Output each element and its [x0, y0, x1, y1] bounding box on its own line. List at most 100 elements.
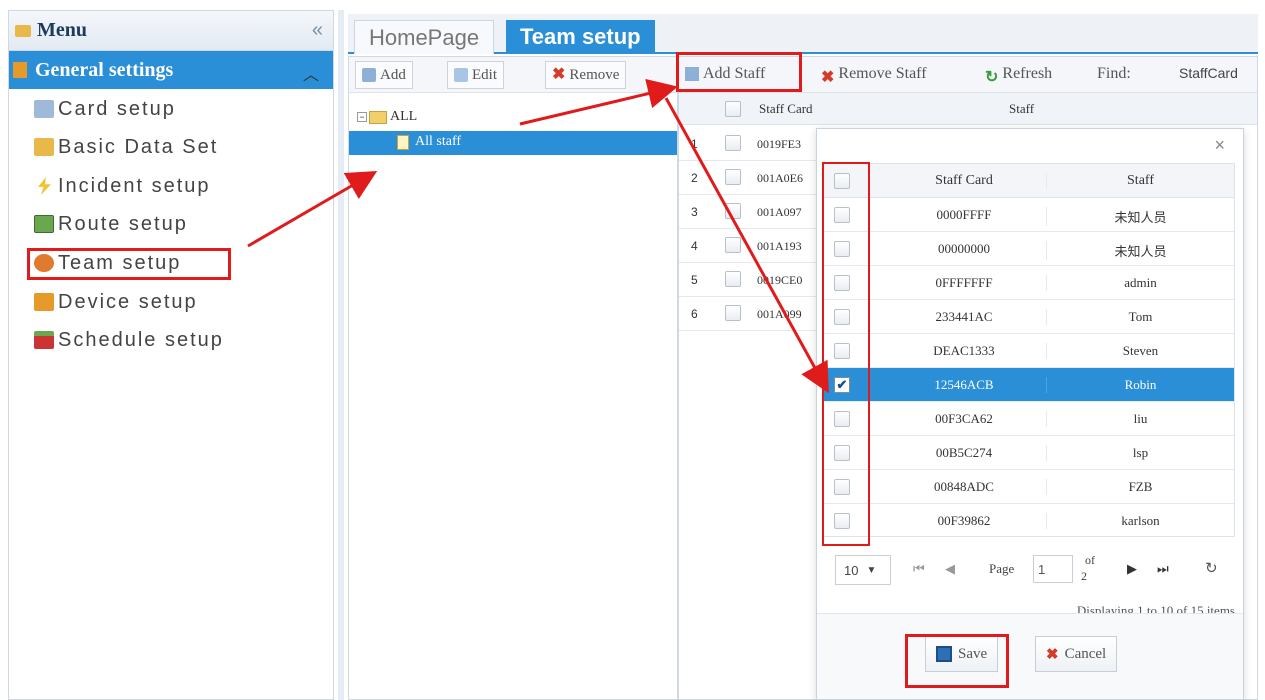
- staff-card-cell: 12546ACB: [934, 377, 994, 392]
- list-item[interactable]: DEAC1333 Steven: [824, 334, 1234, 368]
- list-item[interactable]: 233441AC Tom: [824, 300, 1234, 334]
- table-row[interactable]: 5 0019CE0: [679, 263, 819, 297]
- row-checkbox[interactable]: [834, 309, 850, 325]
- cancel-icon: ✖: [1046, 646, 1059, 663]
- list-item-selected[interactable]: ✔ 12546ACB Robin: [824, 368, 1234, 402]
- page-size-value: 10: [844, 562, 859, 578]
- add-staff-button[interactable]: Add Staff: [685, 65, 765, 83]
- sidebar-item-incident-setup[interactable]: Incident setup: [34, 171, 211, 201]
- refresh-button[interactable]: ↻ Refresh: [985, 65, 1052, 86]
- row-checkbox[interactable]: [834, 343, 850, 359]
- collapse-icon[interactable]: «: [312, 19, 323, 42]
- sidebar-item-basic-data-set[interactable]: Basic Data Set: [34, 132, 218, 162]
- staff-card-cell: 00000000: [938, 241, 990, 256]
- select-all-checkbox[interactable]: [834, 173, 850, 189]
- list-item[interactable]: 00F39862 karlson: [824, 504, 1234, 538]
- map-icon: [34, 215, 54, 233]
- tree-node-all-staff[interactable]: All staff: [349, 131, 677, 155]
- staff-name-cell: liu: [1046, 411, 1234, 427]
- column-header-staff-card[interactable]: Staff Card: [884, 173, 1044, 189]
- first-page-icon[interactable]: ⏮: [913, 561, 925, 577]
- general-settings-section[interactable]: General settings: [9, 51, 333, 89]
- list-item[interactable]: 0FFFFFFF admin: [824, 266, 1234, 300]
- dropdown-arrow-icon: ▼: [866, 564, 877, 576]
- row-checkbox[interactable]: [725, 305, 741, 321]
- row-number: 2: [691, 171, 698, 185]
- staff-name-cell: admin: [1046, 275, 1234, 291]
- list-item[interactable]: 00848ADC FZB: [824, 470, 1234, 504]
- table-row[interactable]: 3 001A097: [679, 195, 819, 229]
- tab-team-setup[interactable]: Team setup: [506, 20, 655, 54]
- row-number: 6: [691, 307, 698, 321]
- staff-name-cell: Robin: [1046, 377, 1234, 393]
- total-pages: 2: [1081, 569, 1087, 583]
- staff-card-cell: 00F3CA62: [935, 411, 993, 426]
- section-collapse-icon[interactable]: ︿: [303, 61, 319, 85]
- row-checkbox[interactable]: [725, 271, 741, 287]
- close-icon[interactable]: ×: [1214, 135, 1225, 156]
- remove-icon: ✖: [821, 69, 835, 86]
- sidebar-item-route-setup[interactable]: Route setup: [34, 209, 188, 239]
- remove-staff-button[interactable]: ✖ Remove Staff: [821, 65, 927, 86]
- tree-node-all[interactable]: − ALL: [357, 109, 417, 125]
- column-header-staff[interactable]: Staff: [1009, 101, 1034, 117]
- row-checkbox[interactable]: [834, 275, 850, 291]
- staff-card-cell: 001A0E6: [757, 171, 803, 185]
- cancel-button[interactable]: ✖ Cancel: [1035, 636, 1118, 672]
- sidebar-item-schedule-setup[interactable]: Schedule setup: [34, 325, 224, 355]
- edit-team-button[interactable]: Edit: [447, 61, 504, 89]
- page-label: Page: [989, 561, 1015, 576]
- splitter[interactable]: [338, 10, 344, 700]
- remove-icon: ✖: [552, 66, 566, 83]
- tree-node-label: ALL: [390, 109, 418, 124]
- prev-page-icon[interactable]: ◀: [945, 561, 955, 577]
- add-team-button[interactable]: Add: [355, 61, 413, 89]
- staff-card-cell: 00848ADC: [934, 479, 994, 494]
- sidebar-item-team-setup[interactable]: Team setup: [34, 248, 181, 278]
- next-page-icon[interactable]: ▶: [1127, 561, 1137, 577]
- sidebar-item-card-setup[interactable]: Card setup: [34, 94, 176, 124]
- refresh-icon[interactable]: ↻: [1205, 559, 1218, 577]
- select-all-checkbox[interactable]: [725, 101, 741, 117]
- list-item[interactable]: 00F3CA62 liu: [824, 402, 1234, 436]
- sidebar-item-device-setup[interactable]: Device setup: [34, 287, 198, 317]
- row-checkbox[interactable]: [834, 411, 850, 427]
- table-row[interactable]: 4 001A193: [679, 229, 819, 263]
- list-item[interactable]: 00000000 未知人员: [824, 232, 1234, 266]
- find-field-select[interactable]: StaffCard: [1179, 65, 1238, 81]
- table-row[interactable]: 6 001A099: [679, 297, 819, 331]
- row-checkbox[interactable]: [725, 135, 741, 151]
- document-icon: [397, 135, 409, 150]
- row-checkbox[interactable]: [725, 169, 741, 185]
- save-button[interactable]: Save: [925, 636, 999, 672]
- row-checkbox[interactable]: [834, 479, 850, 495]
- row-checkbox[interactable]: [725, 203, 741, 219]
- column-header-staff-card[interactable]: Staff Card: [759, 101, 813, 117]
- page-number-input[interactable]: [1033, 555, 1073, 583]
- row-checkbox[interactable]: [834, 241, 850, 257]
- row-checkbox[interactable]: [834, 513, 850, 529]
- tab-homepage[interactable]: HomePage: [354, 20, 495, 54]
- remove-staff-label: Remove Staff: [838, 65, 927, 82]
- collapse-icon[interactable]: −: [357, 112, 367, 122]
- row-checkbox-checked[interactable]: ✔: [834, 377, 850, 393]
- row-checkbox[interactable]: [725, 237, 741, 253]
- of-label: of: [1085, 553, 1095, 567]
- staff-card-cell: 0019CE0: [757, 273, 803, 287]
- table-row[interactable]: 2 001A0E6: [679, 161, 819, 195]
- staff-name-cell: 未知人员: [1046, 241, 1234, 260]
- staff-card-cell: 0FFFFFFF: [935, 275, 993, 290]
- list-item[interactable]: 0000FFFF 未知人员: [824, 198, 1234, 232]
- column-header-staff[interactable]: Staff: [1046, 173, 1234, 189]
- row-checkbox[interactable]: [834, 445, 850, 461]
- list-item[interactable]: 00B5C274 lsp: [824, 436, 1234, 470]
- staff-card-cell: 00F39862: [937, 513, 991, 528]
- add-staff-label: Add Staff: [703, 65, 766, 82]
- row-checkbox[interactable]: [834, 207, 850, 223]
- table-row[interactable]: 1 0019FE3: [679, 127, 819, 161]
- calendar-icon: [34, 331, 54, 349]
- last-page-icon[interactable]: ⏭: [1157, 561, 1169, 577]
- page-size-select[interactable]: 10 ▼: [835, 555, 891, 585]
- remove-team-button[interactable]: ✖ Remove: [545, 61, 627, 89]
- staff-grid-header: Staff Card Staff: [679, 93, 1257, 125]
